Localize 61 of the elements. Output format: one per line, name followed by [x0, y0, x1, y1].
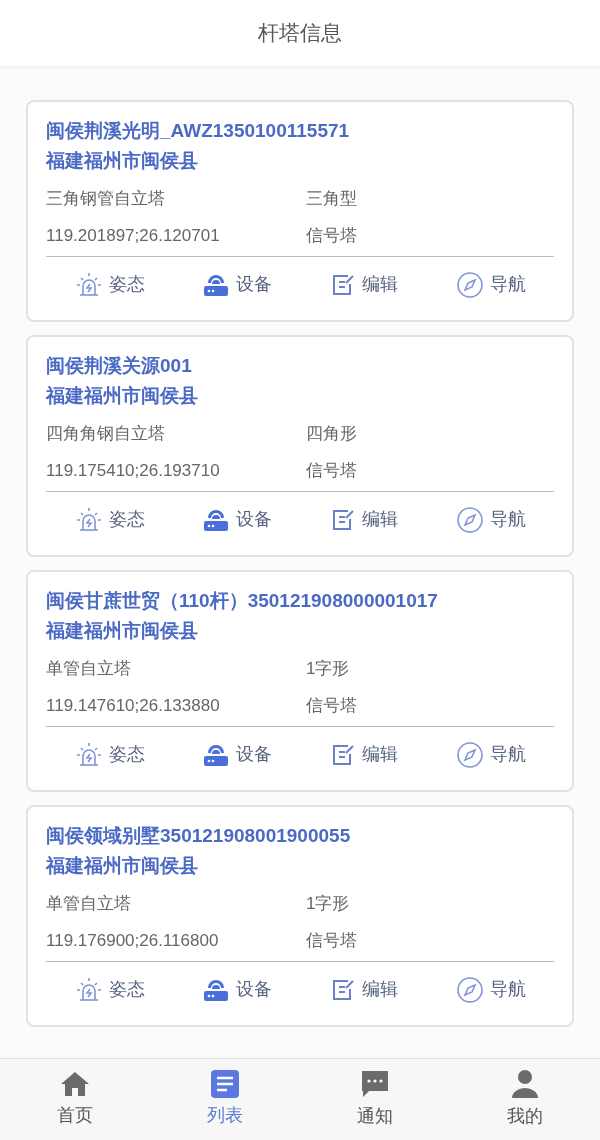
action-button[interactable]: 导航: [427, 740, 554, 769]
alarm-light-icon: [74, 270, 103, 299]
tower-address: 福建福州市闽侯县: [46, 619, 199, 643]
tower-type: 信号塔: [306, 695, 358, 717]
action-button[interactable]: 导航: [427, 505, 554, 534]
tower-name: 闽侯荆溪光明_AWZ1350100115571: [46, 119, 351, 143]
compass-icon: [455, 740, 484, 769]
alarm-light-icon: [74, 505, 103, 534]
tower-address: 福建福州市闽侯县: [46, 854, 199, 878]
tower-name: 闽侯领域别墅350121908001900055: [46, 824, 352, 848]
user-icon: [510, 1069, 540, 1099]
tower-card[interactable]: 闽侯荆溪光明_AWZ1350100115571 福建福州市闽侯县 三角钢管自立塔 三角型 119.201897;26.120701 信号塔 姿态 设备 编辑 导航: [26, 100, 574, 322]
tower-form-label: 1字形: [306, 658, 351, 680]
compass-icon: [455, 270, 484, 299]
tower-coordinates: 119.147610;26.133880: [46, 695, 221, 717]
chat-icon: [360, 1069, 390, 1099]
action-button[interactable]: 编辑: [300, 741, 427, 768]
tab-item[interactable]: 我的: [450, 1059, 600, 1140]
list-icon: [211, 1070, 239, 1098]
action-button[interactable]: 编辑: [300, 976, 427, 1003]
tower-form-label: 四角形: [306, 423, 358, 445]
action-button[interactable]: 编辑: [300, 271, 427, 298]
tower-coordinates: 119.176900;26.116800: [46, 930, 220, 952]
page-title: 杆塔信息: [258, 20, 342, 47]
tower-form-label: 1字形: [306, 893, 351, 915]
tab-item[interactable]: 通知: [300, 1059, 450, 1140]
tower-coordinates: 119.201897;26.120701: [46, 225, 221, 247]
action-button[interactable]: 姿态: [46, 975, 173, 1004]
action-button[interactable]: 设备: [173, 270, 300, 299]
home-icon: [60, 1070, 90, 1098]
action-button[interactable]: 姿态: [46, 270, 173, 299]
tower-address: 福建福州市闽侯县: [46, 384, 199, 408]
tab-item[interactable]: 列表: [150, 1059, 300, 1140]
action-button[interactable]: 编辑: [300, 506, 427, 533]
action-button[interactable]: 设备: [173, 505, 300, 534]
tower-type: 信号塔: [306, 225, 358, 247]
tower-coordinates: 119.175410;26.193710: [46, 460, 221, 482]
action-button[interactable]: 姿态: [46, 740, 173, 769]
tower-name: 闽侯荆溪关源001: [46, 354, 193, 378]
action-button[interactable]: 设备: [173, 975, 300, 1004]
tower-structure: 三角钢管自立塔: [46, 188, 166, 210]
tower-card[interactable]: 闽侯荆溪关源001 福建福州市闽侯县 四角角钢自立塔 四角形 119.175410;26.193710 信号塔 姿态 设备 编辑 导航: [26, 335, 574, 557]
action-button[interactable]: 设备: [173, 740, 300, 769]
tower-card[interactable]: 闽侯甘蔗世贸（110杆）350121908000001017 福建福州市闽侯县 单管自立塔 1字形 119.147610;26.133880 信号塔 姿态 设备 编辑 导航: [26, 570, 574, 792]
tower-type: 信号塔: [306, 930, 358, 952]
action-button[interactable]: 姿态: [46, 505, 173, 534]
compass-icon: [455, 975, 484, 1004]
tower-structure: 单管自立塔: [46, 658, 132, 680]
action-button[interactable]: 导航: [427, 270, 554, 299]
tower-form-label: 三角型: [306, 188, 358, 210]
tower-name: 闽侯甘蔗世贸（110杆）350121908000001017: [46, 589, 439, 613]
tower-type: 信号塔: [306, 460, 358, 482]
tower-structure: 四角角钢自立塔: [46, 423, 166, 445]
action-button[interactable]: 导航: [427, 975, 554, 1004]
tower-card[interactable]: 闽侯领域别墅350121908001900055 福建福州市闽侯县 单管自立塔 1字形 119.176900;26.116800 信号塔 姿态 设备 编辑 导航: [26, 805, 574, 1027]
compass-icon: [455, 505, 484, 534]
tab-item[interactable]: 首页: [0, 1059, 150, 1140]
alarm-light-icon: [74, 975, 103, 1004]
tower-address: 福建福州市闽侯县: [46, 149, 199, 173]
tower-structure: 单管自立塔: [46, 893, 132, 915]
alarm-light-icon: [74, 740, 103, 769]
